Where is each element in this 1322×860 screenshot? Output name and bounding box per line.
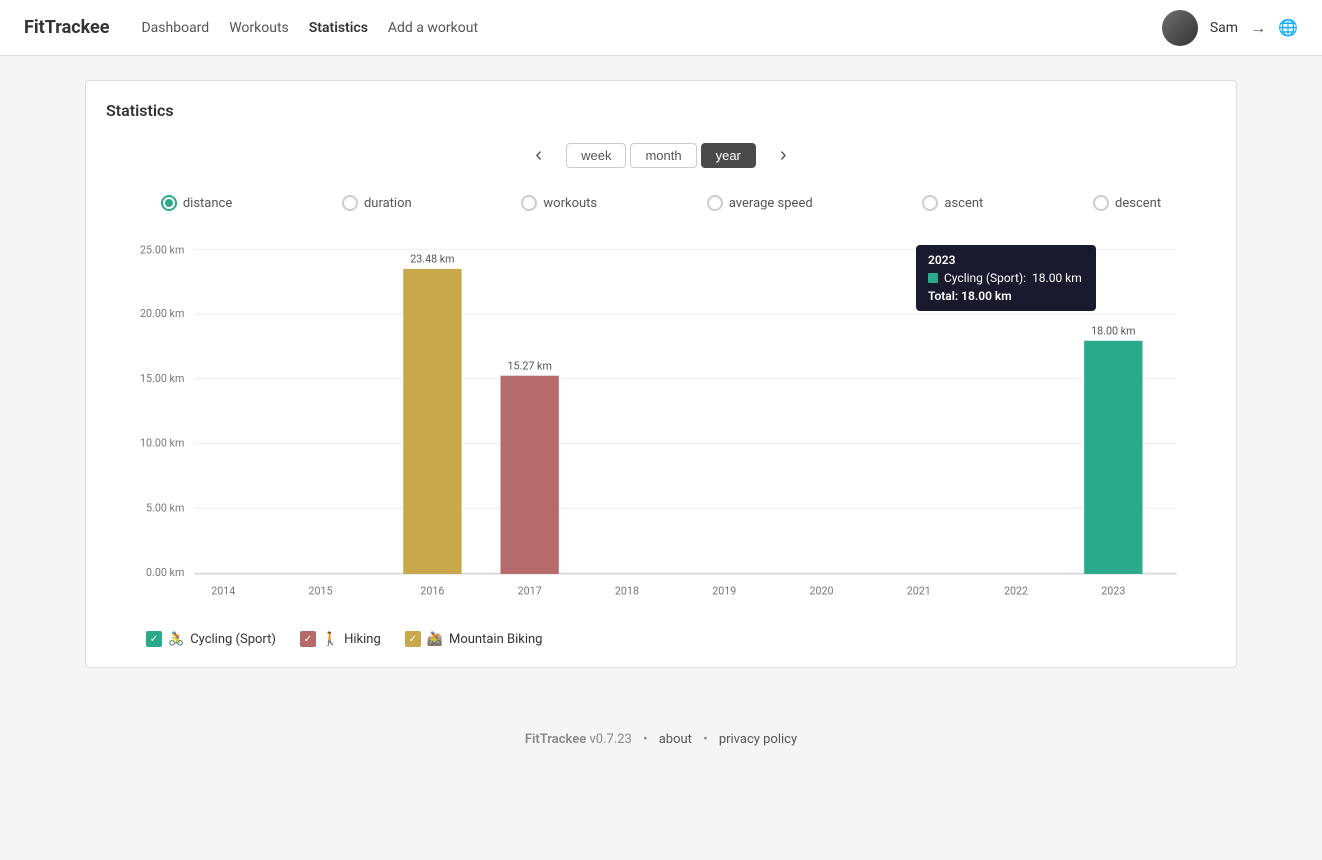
prev-arrow[interactable]: ‹ — [527, 140, 550, 171]
x-label-2014: 2014 — [211, 584, 235, 597]
metric-descent-label: descent — [1115, 196, 1161, 211]
bar-2017-label: 15.27 km — [508, 359, 552, 372]
footer-version: v0.7.23 — [589, 732, 631, 747]
legend-mountain-biking-label: Mountain Biking — [449, 632, 543, 647]
nav-link-statistics[interactable]: Statistics — [309, 16, 368, 40]
nav-right: Sam → 🌐 — [1162, 10, 1298, 46]
footer-about[interactable]: about — [659, 732, 692, 747]
bar-2023[interactable] — [1084, 341, 1142, 574]
x-label-2021: 2021 — [907, 584, 931, 597]
metric-distance[interactable]: distance — [161, 195, 232, 211]
footer: FitTrackee v0.7.23 • about • privacy pol… — [0, 692, 1322, 767]
legend-checkbox-cycling[interactable] — [146, 631, 162, 647]
metric-workouts-label: workouts — [543, 196, 597, 211]
legend-cycling-label: Cycling (Sport) — [190, 632, 276, 647]
metric-ascent-label: ascent — [944, 196, 983, 211]
legend-mountain-biking-emoji: 🚵 — [427, 632, 443, 647]
radio-descent — [1093, 195, 1109, 211]
x-label-2015: 2015 — [309, 584, 333, 597]
radio-ascent — [922, 195, 938, 211]
x-label-2022: 2022 — [1004, 584, 1028, 597]
time-btn-week[interactable]: week — [566, 143, 626, 168]
metric-options: distance duration workouts average speed… — [106, 195, 1216, 211]
legend-hiking-emoji: 🚶 — [322, 632, 338, 647]
nav-link-dashboard[interactable]: Dashboard — [141, 16, 209, 40]
y-label-25: 25.00 km — [140, 243, 184, 256]
time-buttons: week month year — [566, 143, 756, 168]
bar-2023-label: 18.00 km — [1091, 324, 1135, 337]
metric-ascent[interactable]: ascent — [922, 195, 983, 211]
stats-title: Statistics — [106, 101, 1216, 120]
chart-area: 25.00 km 20.00 km 15.00 km 10.00 km 5.00… — [106, 235, 1216, 647]
footer-brand: FitTrackee — [525, 732, 586, 747]
main-content: Statistics ‹ week month year › distance … — [61, 56, 1261, 692]
metric-descent[interactable]: descent — [1093, 195, 1161, 211]
radio-duration — [342, 195, 358, 211]
metric-workouts[interactable]: workouts — [521, 195, 597, 211]
nav-brand[interactable]: FitTrackee — [24, 17, 109, 38]
nav-username: Sam — [1210, 20, 1238, 36]
logout-icon[interactable]: → — [1250, 18, 1266, 38]
navbar: FitTrackee Dashboard Workouts Statistics… — [0, 0, 1322, 56]
x-label-2018: 2018 — [615, 584, 639, 597]
y-label-5: 5.00 km — [146, 501, 184, 514]
nav-link-workouts[interactable]: Workouts — [229, 16, 289, 40]
legend-hiking-label: Hiking — [344, 632, 381, 647]
x-label-2017: 2017 — [518, 584, 542, 597]
bar-2017[interactable] — [501, 376, 559, 574]
footer-privacy[interactable]: privacy policy — [719, 732, 797, 747]
x-label-2016: 2016 — [420, 584, 444, 597]
nav-link-add-workout[interactable]: Add a workout — [388, 16, 478, 40]
next-arrow[interactable]: › — [772, 140, 795, 171]
legend-cycling-emoji: 🚴 — [168, 632, 184, 647]
metric-duration[interactable]: duration — [342, 195, 412, 211]
radio-avg-speed — [707, 195, 723, 211]
legend-cycling[interactable]: 🚴 Cycling (Sport) — [146, 631, 276, 647]
y-label-15: 15.00 km — [140, 372, 184, 385]
language-icon[interactable]: 🌐 — [1278, 18, 1298, 37]
y-label-20: 20.00 km — [140, 307, 184, 320]
stats-card: Statistics ‹ week month year › distance … — [85, 80, 1237, 668]
legend-checkbox-hiking[interactable] — [300, 631, 316, 647]
radio-workouts — [521, 195, 537, 211]
chart-legend: 🚴 Cycling (Sport) 🚶 Hiking 🚵 Mountain Bi… — [126, 631, 1196, 647]
x-label-2019: 2019 — [712, 584, 736, 597]
time-btn-month[interactable]: month — [630, 143, 696, 168]
metric-distance-label: distance — [183, 196, 232, 211]
footer-sep-2: • — [703, 732, 707, 747]
y-label-10: 10.00 km — [140, 436, 184, 449]
legend-hiking[interactable]: 🚶 Hiking — [300, 631, 381, 647]
nav-links: Dashboard Workouts Statistics Add a work… — [141, 16, 1161, 40]
metric-avg-speed[interactable]: average speed — [707, 195, 813, 211]
footer-sep-1: • — [643, 732, 647, 747]
bar-2016-label: 23.48 km — [410, 252, 454, 265]
metric-duration-label: duration — [364, 196, 412, 211]
bar-2016[interactable] — [403, 269, 461, 574]
legend-checkbox-mountain-biking[interactable] — [405, 631, 421, 647]
metric-avg-speed-label: average speed — [729, 196, 813, 211]
avatar[interactable] — [1162, 10, 1198, 46]
time-controls: ‹ week month year › — [106, 140, 1216, 171]
y-label-0: 0.00 km — [146, 566, 184, 579]
radio-distance — [161, 195, 177, 211]
x-label-2023: 2023 — [1101, 584, 1125, 597]
chart-container: 25.00 km 20.00 km 15.00 km 10.00 km 5.00… — [126, 235, 1196, 619]
legend-mountain-biking[interactable]: 🚵 Mountain Biking — [405, 631, 543, 647]
chart-svg: 25.00 km 20.00 km 15.00 km 10.00 km 5.00… — [126, 235, 1196, 615]
x-label-2020: 2020 — [809, 584, 833, 597]
time-btn-year[interactable]: year — [701, 143, 756, 168]
